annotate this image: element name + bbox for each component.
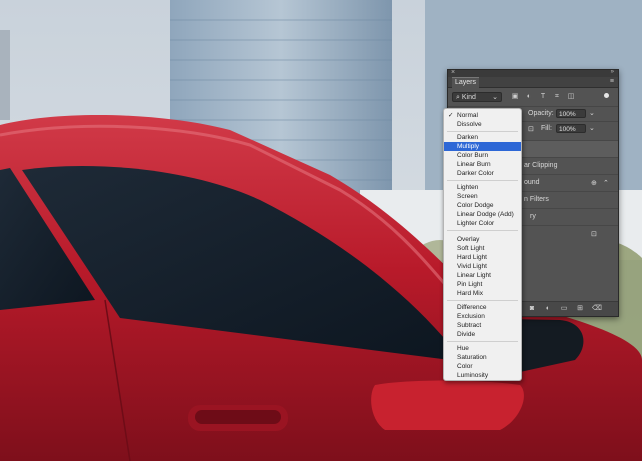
blend-option-lighter-color[interactable]: Lighter Color	[444, 219, 521, 228]
blend-option-difference[interactable]: Difference	[444, 303, 521, 312]
kind-filter-label: Kind	[461, 94, 476, 101]
trash-icon[interactable]: ⌫	[592, 305, 602, 313]
blend-option-pin-light[interactable]: Pin Light	[444, 280, 521, 289]
menu-divider	[447, 341, 518, 342]
blend-option-saturation[interactable]: Saturation	[444, 353, 521, 362]
blend-option-linear-light[interactable]: Linear Light	[444, 271, 521, 280]
left-building	[0, 30, 10, 120]
blend-option-darker-color[interactable]: Darker Color	[444, 169, 521, 178]
opacity-label: Opacity:	[528, 110, 554, 117]
blend-option-linear-burn[interactable]: Linear Burn	[444, 160, 521, 169]
chevron-down-icon: ⌄	[492, 94, 498, 101]
blend-option-hard-light[interactable]: Hard Light	[444, 253, 521, 262]
adjustment-filter-icon[interactable]: ◐	[525, 93, 533, 101]
blend-option-multiply[interactable]: Multiply	[444, 142, 521, 151]
chevron-down-icon[interactable]: ⌄	[589, 109, 595, 117]
blend-option-exclusion[interactable]: Exclusion	[444, 312, 521, 321]
layer-name: ar Clipping	[524, 162, 558, 169]
blend-option-divide[interactable]: Divide	[444, 330, 521, 339]
fill-label: Fill:	[541, 125, 552, 132]
blend-option-dissolve[interactable]: Dissolve	[444, 120, 521, 129]
collapse-icon[interactable]: »	[611, 69, 614, 75]
layer-name: ound	[524, 179, 540, 186]
panel-titlebar[interactable]: × »	[448, 69, 618, 77]
blend-option-screen[interactable]: Screen	[444, 192, 521, 201]
door-handle-inner	[195, 410, 281, 424]
filter-toggle-icon[interactable]	[604, 93, 609, 98]
layer-name: n Filters	[524, 196, 549, 203]
kind-filter-select[interactable]: ⌕ Kind ⌄	[452, 92, 502, 102]
menu-divider	[447, 131, 518, 132]
blend-option-color-burn[interactable]: Color Burn	[444, 151, 521, 160]
mask-icon[interactable]: ◙	[528, 305, 536, 313]
blend-option-soft-light[interactable]: Soft Light	[444, 244, 521, 253]
opacity-field[interactable]: 100%	[556, 109, 586, 118]
adjustment-layer-icon[interactable]: ◐	[544, 305, 552, 313]
close-icon[interactable]: ×	[451, 69, 455, 76]
menu-divider	[447, 180, 518, 181]
chevron-up-icon[interactable]: ⌃	[603, 179, 609, 187]
fill-field[interactable]: 100%	[556, 124, 586, 133]
blend-option-color-dodge[interactable]: Color Dodge	[444, 201, 521, 210]
panel-tabbar: Layers ≡	[448, 77, 618, 88]
tab-layers[interactable]: Layers	[452, 77, 480, 88]
blend-option-linear-dodge[interactable]: Linear Dodge (Add)	[444, 210, 521, 219]
shape-filter-icon[interactable]: ⌗	[553, 93, 561, 101]
blend-option-lighten[interactable]: Lighten	[444, 183, 521, 192]
new-layer-icon[interactable]: ⊞	[576, 305, 584, 313]
group-icon[interactable]: ▭	[560, 305, 568, 313]
panel-menu-icon[interactable]: ≡	[610, 78, 614, 85]
lock-icon[interactable]: ⊡	[528, 125, 534, 133]
menu-divider	[447, 300, 518, 301]
blend-option-normal[interactable]: ✓ Normal	[444, 111, 521, 120]
mirror-cap	[371, 380, 524, 430]
type-filter-icon[interactable]: T	[539, 93, 547, 101]
blend-mode-menu: ✓ Normal Dissolve Darken Multiply Color B…	[443, 108, 522, 381]
blend-option-hard-mix[interactable]: Hard Mix	[444, 289, 521, 298]
blend-option-darken[interactable]: Darken	[444, 133, 521, 142]
blend-option-luminosity[interactable]: Luminosity	[444, 371, 521, 380]
smart-object-filter-icon[interactable]: ◫	[567, 93, 575, 101]
checkmark-icon: ✓	[448, 112, 454, 119]
blend-option-hue[interactable]: Hue	[444, 344, 521, 353]
chevron-down-icon[interactable]: ⌄	[589, 124, 595, 132]
blend-option-overlay[interactable]: Overlay	[444, 235, 521, 244]
link-icon[interactable]: ⊕	[591, 179, 597, 187]
filter-row: ⌕ Kind ⌄ ▣ ◐ T ⌗ ◫	[448, 90, 618, 104]
lock-icon[interactable]: ⊡	[591, 230, 597, 238]
image-filter-icon[interactable]: ▣	[511, 93, 519, 101]
layer-name: ry	[530, 213, 536, 220]
blend-option-color[interactable]: Color	[444, 362, 521, 371]
blend-option-vivid-light[interactable]: Vivid Light	[444, 262, 521, 271]
menu-divider	[447, 230, 518, 231]
blend-option-subtract[interactable]: Subtract	[444, 321, 521, 330]
